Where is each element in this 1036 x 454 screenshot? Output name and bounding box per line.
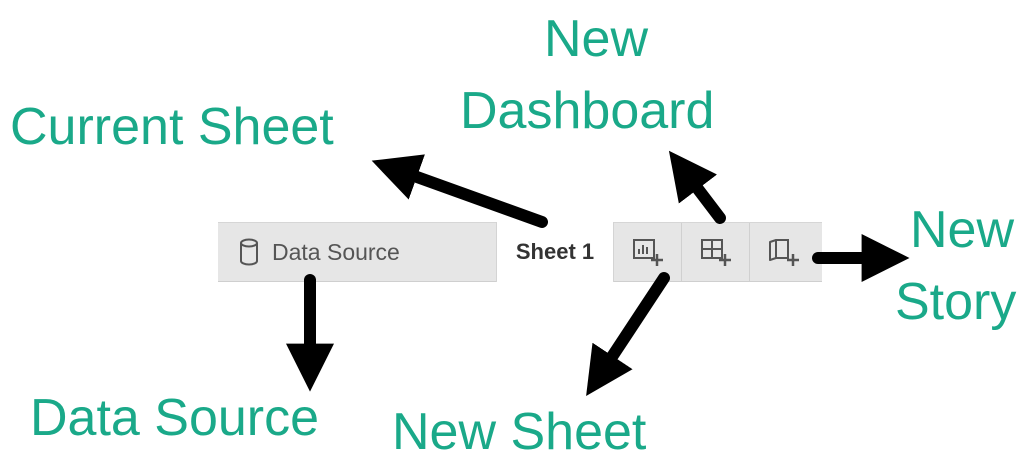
new-story-button[interactable] xyxy=(750,223,818,281)
annotation-new-story-line1: New xyxy=(910,201,1015,259)
arrow-new-sheet xyxy=(586,272,670,397)
new-worksheet-icon xyxy=(632,239,663,266)
new-worksheet-button[interactable] xyxy=(614,223,682,281)
annotation-current-sheet: Current Sheet xyxy=(10,98,334,156)
sheet-tab-current[interactable]: Sheet 1 xyxy=(496,222,614,282)
sheet-tab-label: Sheet 1 xyxy=(515,239,595,264)
arrow-current-sheet xyxy=(371,154,548,228)
annotation-new-sheet: New Sheet xyxy=(392,403,647,454)
database-icon xyxy=(240,238,258,266)
data-source-tab[interactable]: Data Source xyxy=(218,223,496,281)
annotation-new-story-line2: Story xyxy=(895,273,1017,331)
new-dashboard-button[interactable] xyxy=(682,223,750,281)
sheet-tab-bar: Data Source Sheet 1 xyxy=(218,222,822,282)
data-source-tab-label: Data Source xyxy=(272,238,400,265)
annotation-data-source: Data Source xyxy=(30,389,320,447)
arrow-new-dashboard xyxy=(668,150,726,224)
new-dashboard-icon xyxy=(700,239,731,266)
new-story-icon xyxy=(769,239,799,266)
annotation-new-dashboard-line1: New xyxy=(544,10,649,68)
annotation-new-dashboard-line2: Dashboard xyxy=(460,82,715,140)
